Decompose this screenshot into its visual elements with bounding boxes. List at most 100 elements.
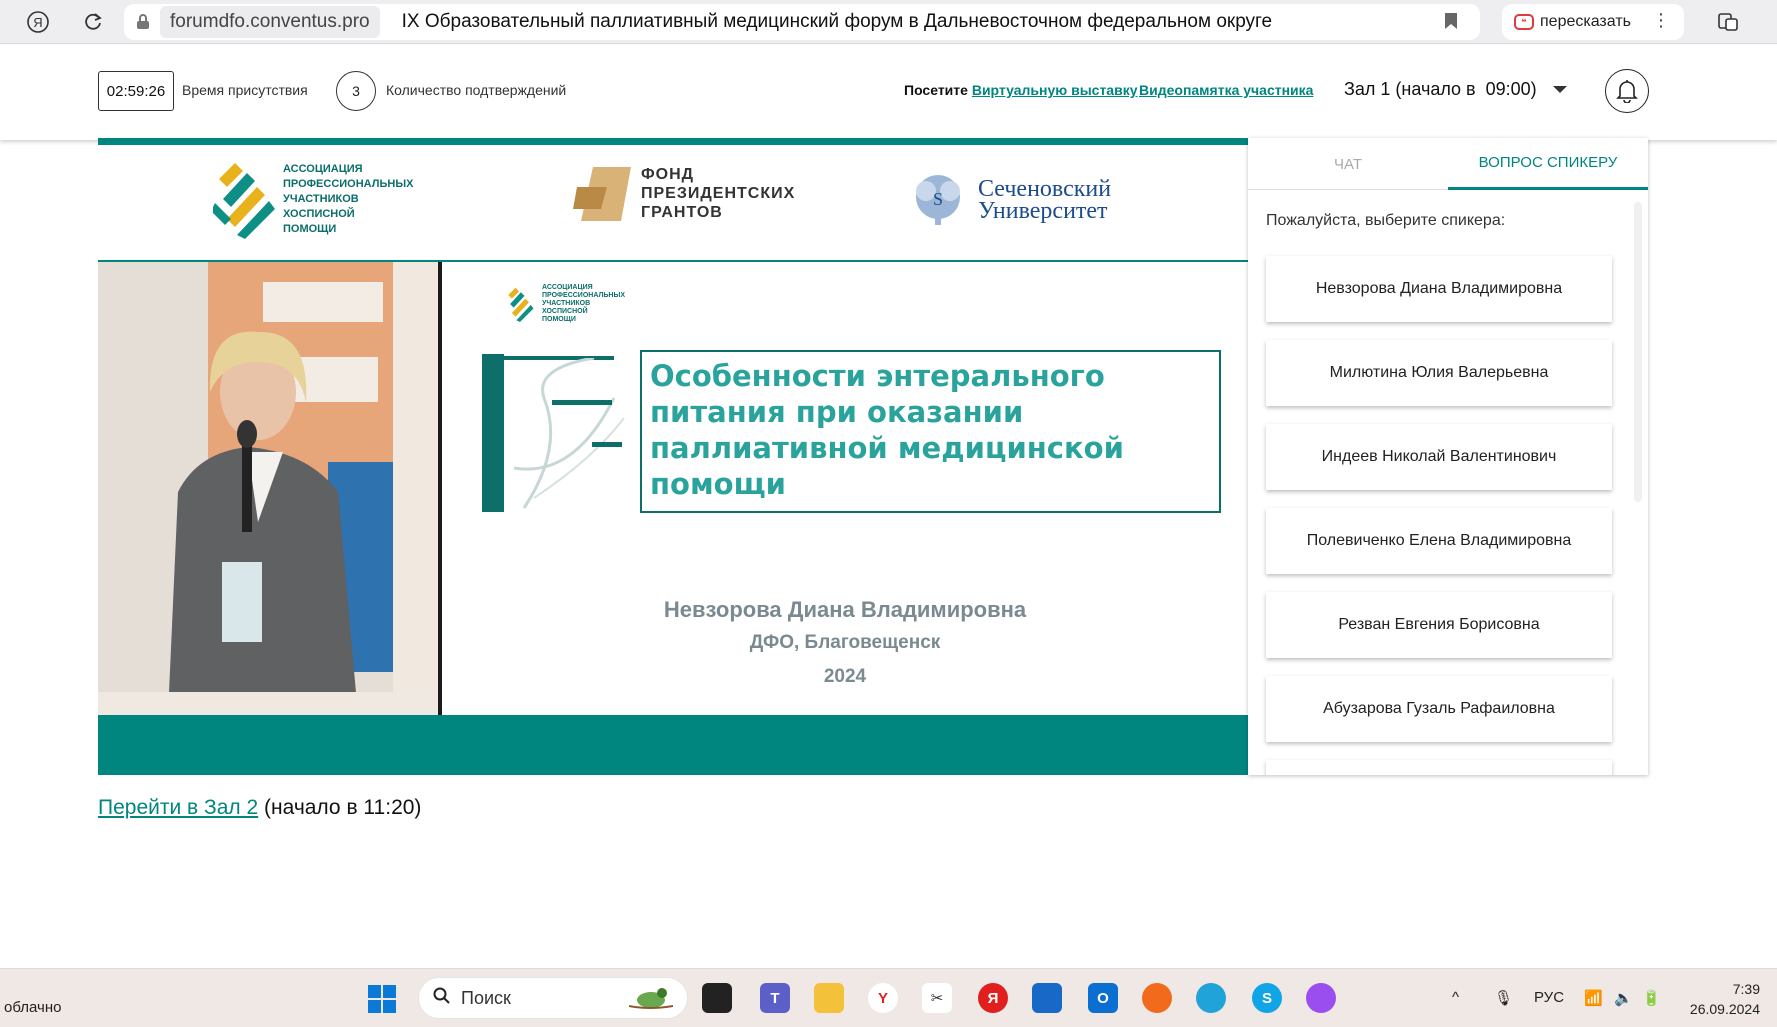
speaker-button[interactable]: Индеев Николай Валентинович <box>1266 424 1612 490</box>
slide-location: ДФО, Благовещенск <box>749 632 941 653</box>
logo-b-text: ФОНД ПРЕЗИДЕНТСКИХ ГРАНТОВ <box>641 165 795 222</box>
page-header: 02:59:26 Время присутствия 3 Количество … <box>0 45 1777 140</box>
speaker-button[interactable]: Абузарова Гузаль Рафаиловна <box>1266 676 1612 742</box>
yandex-browser-taskbar-icon[interactable]: Я <box>978 983 1008 1013</box>
slide-logo: АССОЦИАЦИЯ ПРОФЕССИОНАЛЬНЫХ УЧАСТНИКОВ Х… <box>502 284 625 324</box>
presentation-slide: АССОЦИАЦИЯ ПРОФЕССИОНАЛЬНЫХ УЧАСТНИКОВ Х… <box>442 262 1248 715</box>
speaker-button[interactable]: Полевиченко Елена Владимировна <box>1266 508 1612 574</box>
taskbar-search[interactable]: Поиск <box>418 977 688 1019</box>
notifications-button[interactable] <box>1605 69 1649 113</box>
weather-widget[interactable]: облачно <box>4 999 61 1016</box>
alice-icon[interactable] <box>1306 983 1336 1013</box>
video-player[interactable]: АССОЦИАЦИЯ ПРОФЕССИОНАЛЬНЫХ УЧАСТНИКОВ Х… <box>98 138 1248 775</box>
slide-accent-line-2 <box>552 400 612 405</box>
retell-button[interactable]: ❝ пересказать ⋮ <box>1502 4 1684 40</box>
yandex-browser-icon[interactable]: Я <box>24 8 52 36</box>
windows-taskbar: облачно Поиск T Y ✂ Я O S ^ 🎙 РУС 📶 🔈 🔋 … <box>0 968 1777 1027</box>
clock-date: 26.09.2024 <box>1689 1001 1760 1017</box>
confirmations-label: Количество подтверждений <box>386 82 567 98</box>
lock-icon <box>136 14 150 30</box>
snipping-tool-icon[interactable]: ✂ <box>922 983 952 1013</box>
speaker-button[interactable]: Милютина Юлия Валерьевна <box>1266 340 1612 406</box>
speaker-prompt: Пожалуйста, выберите спикера: <box>1266 212 1506 229</box>
tray-chevron-up-icon[interactable]: ^ <box>1452 989 1459 1006</box>
slide-logo-text: АССОЦИАЦИЯ ПРОФЕССИОНАЛЬНЫХ УЧАСТНИКОВ Х… <box>542 284 625 323</box>
more-menu-icon[interactable]: ⋮ <box>1652 10 1670 31</box>
video-bottom-band <box>98 715 1248 775</box>
skype-icon[interactable]: S <box>1252 983 1282 1013</box>
sechenov-university-logo: S Сеченовский Университет <box>908 173 1111 227</box>
outlook-icon[interactable]: O <box>1088 983 1118 1013</box>
virtual-expo-link[interactable]: Виртуальную выставку <box>972 82 1138 98</box>
svg-text:Я: Я <box>33 15 42 30</box>
battery-icon[interactable]: 🔋 <box>1642 989 1661 1007</box>
slide-year: 2024 <box>823 666 867 687</box>
slide-title: Особенности энтерального питания при ока… <box>650 359 1124 501</box>
slide-title-box: Особенности энтерального питания при ока… <box>640 350 1221 513</box>
task-view-icon[interactable] <box>702 983 732 1013</box>
retell-icon: ❝ <box>1514 14 1534 30</box>
speaker-button[interactable]: Невзорова Диана Владимировна <box>1266 256 1612 322</box>
url-host[interactable]: forumdfo.conventus.pro <box>160 6 380 38</box>
yandex-icon[interactable]: Y <box>868 983 898 1013</box>
input-language[interactable]: РУС <box>1534 989 1564 1006</box>
hall-select-value: Зал 1 (начало в 09:00) <box>1344 79 1537 99</box>
edge-icon[interactable] <box>1196 983 1226 1013</box>
address-bar[interactable]: forumdfo.conventus.pro IX Образовательны… <box>124 4 1480 40</box>
browser-toolbar: Я forumdfo.conventus.pro IX Образователь… <box>0 0 1777 44</box>
logo-c-line2: Университет <box>978 198 1108 224</box>
hall-2-start-time: (начало в 11:20) <box>258 796 422 819</box>
go-to-hall-2-link[interactable]: Перейти в Зал 2 <box>98 796 258 819</box>
retell-label: пересказать <box>1540 13 1631 30</box>
slide-accent-line-3 <box>592 442 622 447</box>
teams-icon[interactable]: T <box>760 983 790 1013</box>
file-explorer-icon[interactable] <box>814 983 844 1013</box>
slide-accent-bar <box>482 354 504 512</box>
next-hall-text: Перейти в Зал 2 (начало в 11:20) <box>98 796 421 820</box>
logo-b-line3: ГРАНТОВ <box>641 203 723 221</box>
logo-b-line2: ПРЕЗИДЕНТСКИХ <box>641 184 796 202</box>
page-title: IX Образовательный паллиативный медицинс… <box>401 11 1273 32</box>
tab-chat[interactable]: ЧАТ <box>1248 138 1448 190</box>
taskbar-search-label: Поиск <box>461 987 511 1008</box>
video-memo-link[interactable]: Видеопамятка участника <box>1139 82 1313 98</box>
windows-start-icon[interactable] <box>368 985 396 1013</box>
clock-time: 7:39 <box>1732 981 1760 997</box>
slide-speaker-name: Невзорова Диана Владимировна <box>663 597 1027 622</box>
hospice-association-logo: АССОЦИАЦИЯ ПРОФЕССИОНАЛЬНЫХ УЧАСТНИКОВ Х… <box>213 159 414 239</box>
extensions-icon[interactable] <box>1714 8 1742 36</box>
logo-c-text: Сеченовский Университет <box>978 177 1111 224</box>
speaker-button-partial[interactable] <box>1266 760 1612 775</box>
logo-a-text: АССОЦИАЦИЯ ПРОФЕССИОНАЛЬНЫХ УЧАСТНИКОВ Х… <box>283 162 414 235</box>
system-clock[interactable]: 7:39 26.09.2024 <box>1680 979 1760 1019</box>
logo-b-line1: ФОНД <box>641 165 695 183</box>
store-icon[interactable] <box>1032 983 1062 1013</box>
confirmations-count: 3 <box>336 71 376 111</box>
bookmark-icon[interactable] <box>1444 12 1458 35</box>
reload-icon[interactable] <box>79 8 107 36</box>
panel-tabs: ЧАТ ВОПРОС СПИКЕРУ <box>1248 138 1648 190</box>
svg-text:S: S <box>933 189 943 209</box>
firefox-icon[interactable] <box>1142 983 1172 1013</box>
hall-select[interactable]: Зал 1 (начало в 09:00) <box>1344 79 1567 100</box>
bell-icon <box>1616 80 1638 103</box>
speaker-list: Невзорова Диана Владимировна Милютина Юл… <box>1266 256 1612 775</box>
speaker-button[interactable]: Резван Евгения Борисовна <box>1266 592 1612 658</box>
presidential-grants-logo: ФОНД ПРЕЗИДЕНТСКИХ ГРАНТОВ <box>573 163 795 223</box>
sponsor-logos: АССОЦИАЦИЯ ПРОФЕССИОНАЛЬНЫХ УЧАСТНИКОВ Х… <box>98 145 1248 262</box>
search-bird-icon <box>628 984 675 1017</box>
volume-icon[interactable]: 🔈 <box>1614 989 1633 1007</box>
speaker-camera-feed <box>98 262 438 715</box>
presence-label: Время присутствия <box>182 82 308 98</box>
visit-prefix: Посетите <box>904 82 968 98</box>
search-icon <box>433 987 451 1010</box>
interaction-panel: ЧАТ ВОПРОС СПИКЕРУ Пожалуйста, выберите … <box>1248 138 1648 775</box>
panel-scrollbar[interactable] <box>1634 202 1642 502</box>
wifi-icon[interactable]: 📶 <box>1584 989 1603 1007</box>
tab-question-speaker[interactable]: ВОПРОС СПИКЕРУ <box>1448 138 1648 190</box>
microphone-icon[interactable]: 🎙 <box>1494 989 1513 1007</box>
presence-timer: 02:59:26 <box>98 71 174 111</box>
visit-text: Посетите Виртуальную выставку <box>904 82 1137 98</box>
caret-down-icon <box>1552 86 1567 93</box>
dna-graphic <box>513 358 625 509</box>
